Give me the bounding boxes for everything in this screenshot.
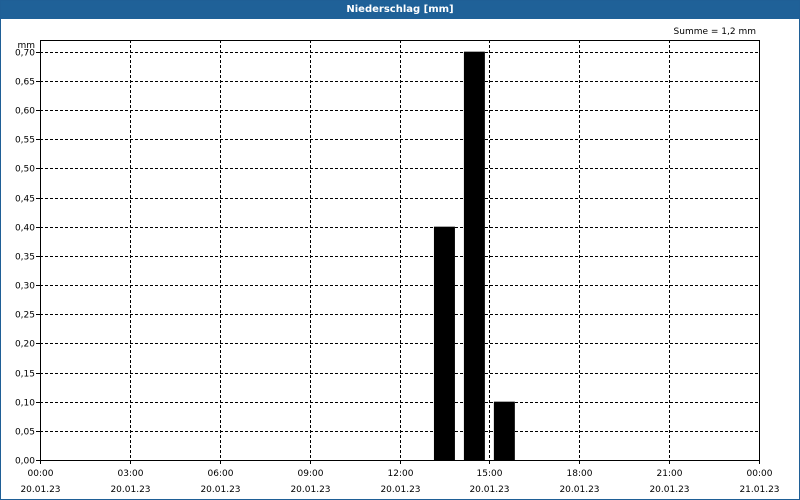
x-tick-date: 20.01.23: [20, 485, 60, 495]
y-tick-label: 0,15: [15, 370, 35, 380]
x-tick-time: 12:00: [388, 469, 414, 479]
grid: [40, 40, 759, 460]
y-tick-label: 0,60: [15, 107, 35, 117]
bar: [463, 51, 485, 461]
x-tick-time: 00:00: [28, 469, 54, 479]
x-tick-time: 21:00: [657, 469, 683, 479]
y-tick-label: 0,50: [15, 165, 35, 175]
y-tick-label: 0,40: [15, 224, 35, 234]
x-tick-date: 20.01.23: [559, 485, 599, 495]
x-tick-time: 18:00: [567, 469, 593, 479]
y-tick-label: 0,45: [15, 195, 35, 205]
x-tick-date: 20.01.23: [290, 485, 330, 495]
y-tick-label: 0,05: [15, 428, 35, 438]
precipitation-chart: 0,00 0,05 0,10 0,15 0,20 0,25 0,30 0,35 0,40 0,45…: [15, 27, 780, 495]
y-tick-label: 0,25: [15, 311, 35, 321]
x-tick-date: 20.01.23: [469, 485, 509, 495]
bar: [493, 401, 515, 460]
axes: [36, 40, 760, 464]
labels: 0,00 0,05 0,10 0,15 0,20 0,25 0,30 0,35 0,40 0,45…: [15, 27, 780, 495]
y-tick-label: 0,20: [15, 340, 35, 350]
x-tick-time: 03:00: [118, 469, 144, 479]
x-tick-time: 00:00: [747, 469, 773, 479]
x-tick-time: 06:00: [208, 469, 234, 479]
bar: [433, 226, 455, 460]
x-tick-date: 20.01.23: [380, 485, 420, 495]
y-tick-label: 0,30: [15, 282, 35, 292]
y-tick-label: 0,55: [15, 136, 35, 146]
y-tick-label: 0,35: [15, 253, 35, 263]
x-tick-time: 15:00: [477, 469, 503, 479]
x-tick-time: 09:00: [298, 469, 324, 479]
x-tick-date: 21.01.23: [739, 485, 779, 495]
y-tick-label: 0,00: [15, 457, 35, 467]
x-tick-date: 20.01.23: [200, 485, 240, 495]
bars: [433, 51, 515, 461]
sum-annotation: Summe = 1,2 mm: [674, 27, 756, 37]
x-tick-date: 20.01.23: [110, 485, 150, 495]
x-tick-date: 20.01.23: [649, 485, 689, 495]
y-tick-label: 0,10: [15, 399, 35, 409]
y-tick-label: 0,65: [15, 78, 35, 88]
y-axis-label: mm: [17, 41, 35, 51]
